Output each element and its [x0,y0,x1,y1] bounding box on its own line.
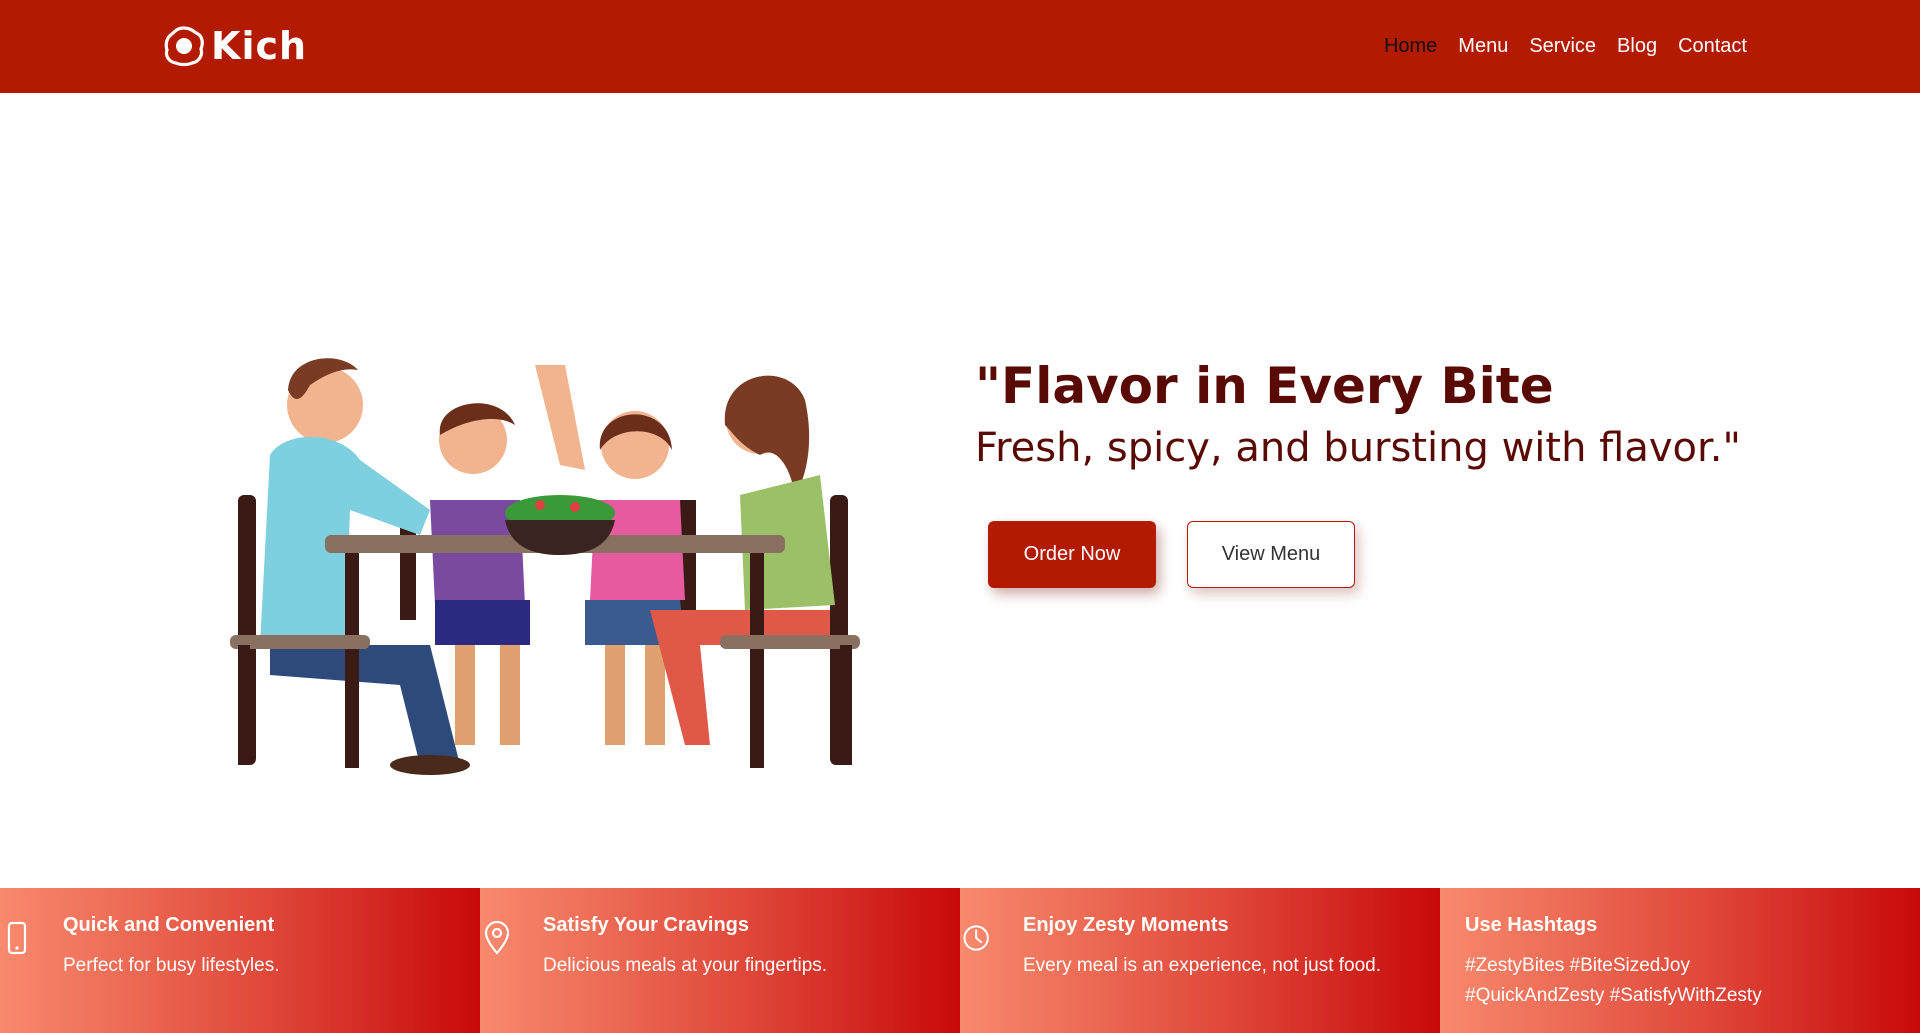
nav-home[interactable]: Home [1384,35,1437,58]
feature-title: Quick and Convenient [63,914,275,936]
feature-strip: Quick and Convenient Perfect for busy li… [0,888,1920,1033]
hero-text: "Flavor in Every Bite Fresh, spicy, and … [975,352,1741,476]
hashtag-line: #QuickAndZesty #SatisfyWithZesty [1465,985,1762,1006]
hero-subtitle: Fresh, spicy, and bursting with flavor." [975,425,1741,471]
nav-contact[interactable]: Contact [1678,35,1747,58]
hashtag-line: #ZestyBites #BiteSizedJoy [1465,955,1690,976]
hashtag-list: #ZestyBites #BiteSizedJoy #QuickAndZesty… [1465,951,1762,1011]
feature-title: Use Hashtags [1465,914,1598,936]
feature-card: Satisfy Your Cravings Delicious meals at… [480,888,960,1033]
feature-card: Enjoy Zesty Moments Every meal is an exp… [960,888,1440,1033]
hero-title: "Flavor in Every Bite [975,357,1554,415]
feature-desc: Delicious meals at your fingertips. [543,955,828,976]
brand-logo[interactable]: Kich [163,22,307,70]
family-dining-illustration [230,358,860,775]
nav-service[interactable]: Service [1529,35,1596,58]
feature-card-hashtags: Use Hashtags #ZestyBites #BiteSizedJoy #… [1440,888,1920,1033]
nav-menu[interactable]: Menu [1458,35,1508,58]
clock-icon [963,925,989,951]
egg-icon [164,26,204,67]
nav-blog[interactable]: Blog [1617,35,1657,58]
feature-card: Quick and Convenient Perfect for busy li… [0,888,480,1033]
feature-title: Satisfy Your Cravings [543,914,749,936]
location-pin-icon [484,920,510,955]
site-header: Kich Home Menu Service Blog Contact [0,0,1920,93]
mobile-phone-icon [7,921,27,955]
brand-name: Kich [211,24,308,68]
feature-title: Enjoy Zesty Moments [1023,914,1229,936]
main-nav: Home Menu Service Blog Contact [1384,0,1747,93]
order-now-button[interactable]: Order Now [988,521,1156,588]
feature-desc: Every meal is an experience, not just fo… [1023,955,1382,976]
view-menu-button[interactable]: View Menu [1187,521,1355,588]
feature-desc: Perfect for busy lifestyles. [63,955,280,976]
